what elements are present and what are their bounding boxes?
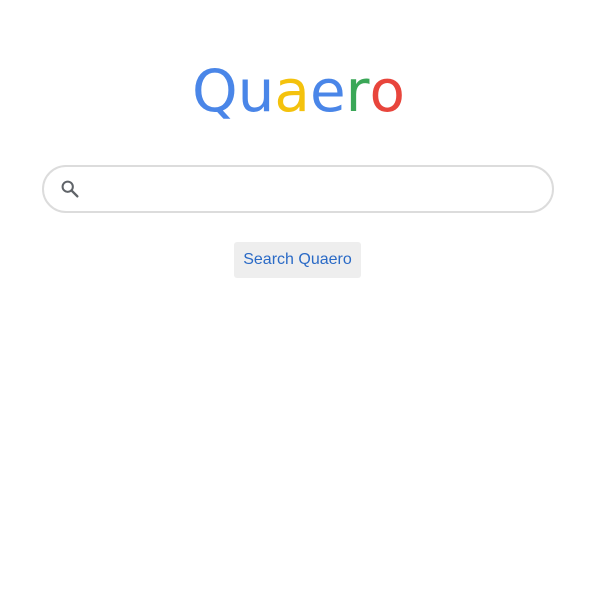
logo-letter: u xyxy=(237,57,275,125)
logo-letter: e xyxy=(309,57,346,125)
search-input[interactable] xyxy=(90,167,540,211)
logo-letter: r xyxy=(345,57,370,125)
site-logo: Quaero xyxy=(0,56,597,126)
logo-letter: o xyxy=(369,57,406,125)
logo-letter: a xyxy=(274,57,310,125)
search-icon xyxy=(59,178,81,200)
search-button[interactable]: Search Quaero xyxy=(234,242,361,278)
search-bar[interactable] xyxy=(42,165,554,213)
logo-letter: Q xyxy=(191,57,238,125)
